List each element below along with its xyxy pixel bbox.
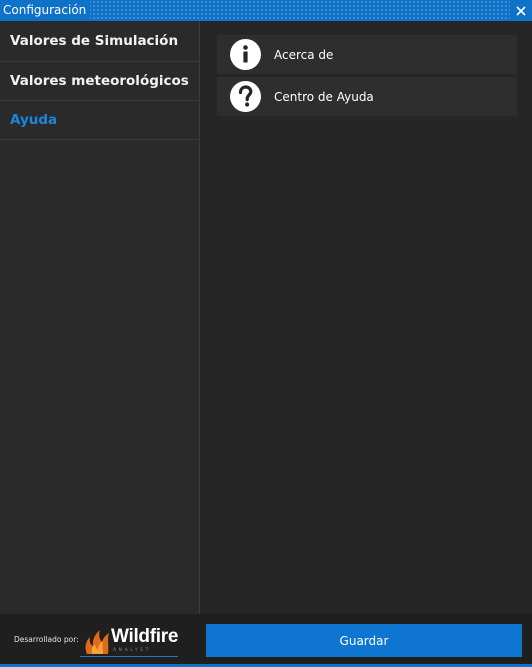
footer: Desarrollado por: Wildfire ANALYST Guard… [0,614,532,667]
window-title: Configuración [0,0,91,21]
main-content: Acerca de Centro de Ayuda [200,21,532,614]
logo-subtitle: ANALYST [113,648,151,653]
close-button[interactable] [510,0,532,21]
title-bar: Configuración [0,0,532,21]
info-icon [230,39,261,70]
logo-wordmark: Wildfire [111,626,179,647]
question-icon [230,81,261,112]
sidebar-item-simulation-values[interactable]: Valores de Simulación [0,21,199,62]
sidebar: Valores de Simulación Valores meteorológ… [0,21,200,614]
sidebar-item-help[interactable]: Ayuda [0,101,199,140]
save-button[interactable]: Guardar [206,624,522,657]
help-center-row[interactable]: Centro de Ayuda [217,77,517,116]
help-center-label: Centro de Ayuda [274,89,374,104]
wildfire-logo: Wildfire ANALYST [80,624,178,657]
flame-icon [85,630,109,654]
about-row[interactable]: Acerca de [217,35,517,74]
about-label: Acerca de [274,47,334,62]
close-icon [516,5,526,16]
developed-by-label: Desarrollado por: [14,635,79,644]
sidebar-item-weather-values[interactable]: Valores meteorológicos [0,62,199,101]
